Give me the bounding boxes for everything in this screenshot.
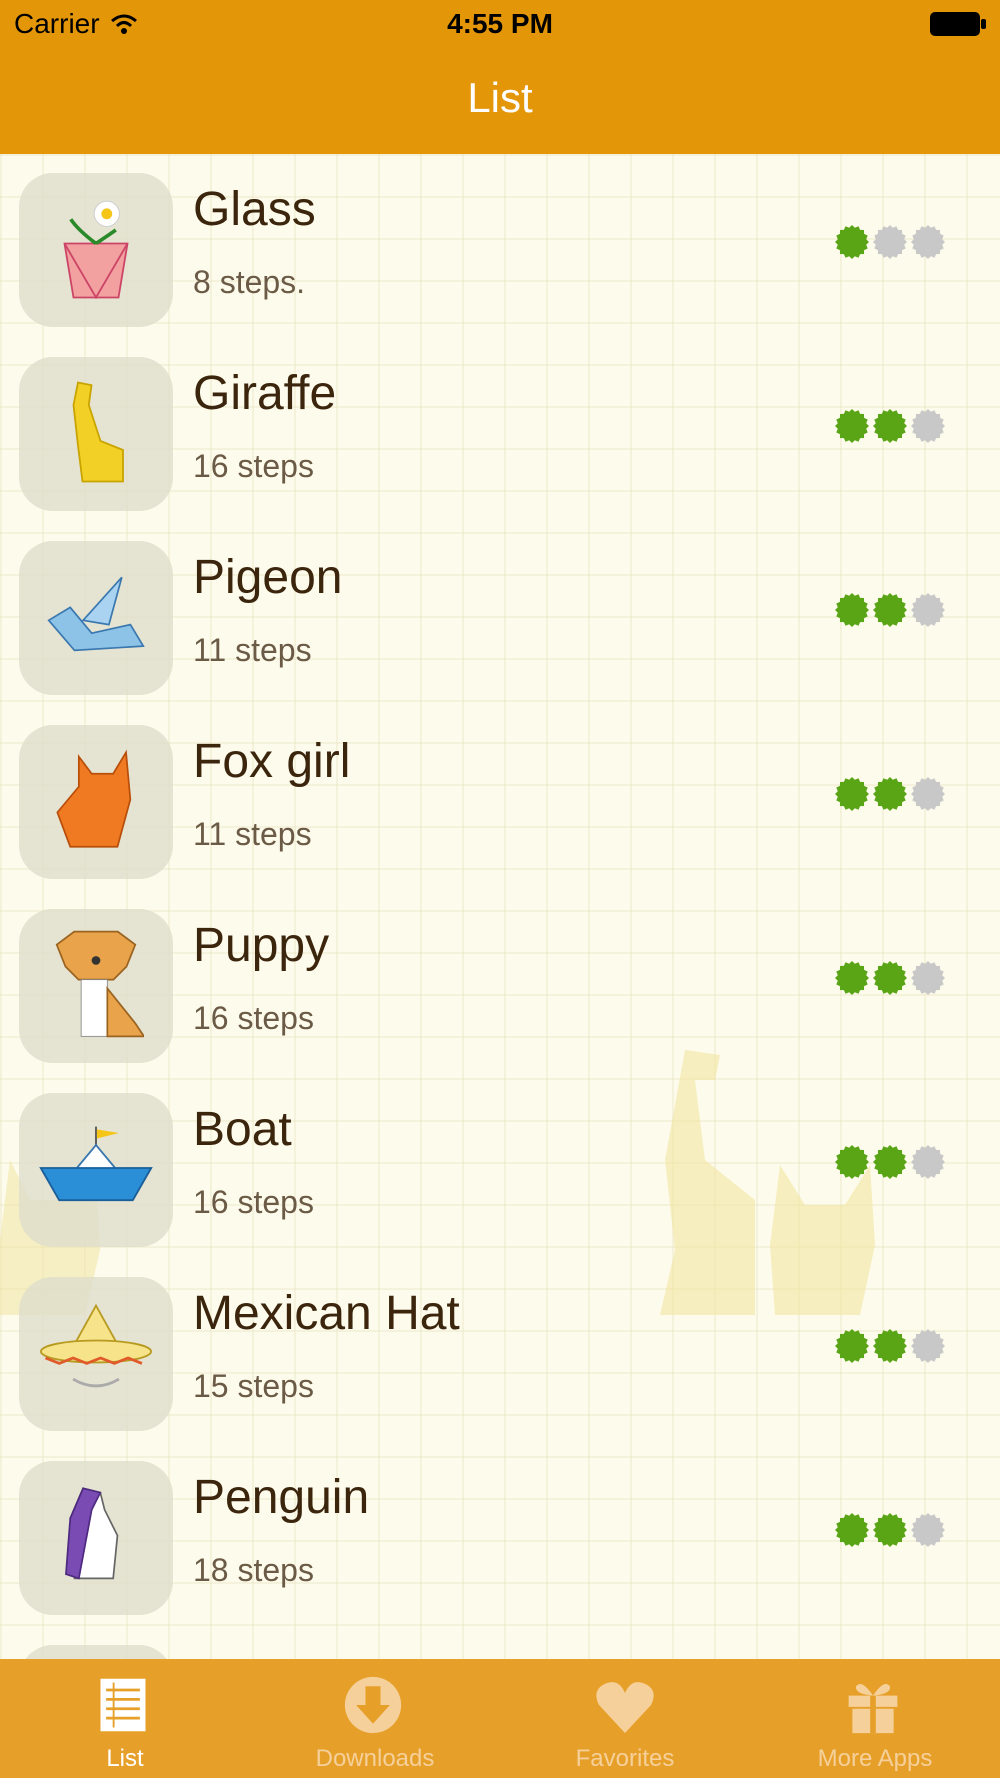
fox-icon [53, 748, 139, 856]
item-title: Giraffe [193, 367, 337, 420]
rating-dot-filled [873, 1329, 907, 1363]
item-thumbnail [19, 1277, 173, 1431]
item-steps: 16 steps [193, 448, 314, 484]
item-thumbnail [19, 1461, 173, 1615]
list-item[interactable]: Boat 16 steps [0, 1074, 1000, 1258]
rating-dot-filled [835, 409, 869, 443]
rating-dot-filled [873, 593, 907, 627]
item-title: Fox girl [193, 735, 351, 788]
item-title: Puppy [193, 919, 330, 972]
rating-dot-empty [873, 225, 907, 259]
list-item-partial[interactable] [0, 1626, 1000, 1659]
rating-dot-filled [835, 1513, 869, 1547]
difficulty-rating [834, 1144, 946, 1180]
tab-list[interactable]: List [0, 1659, 250, 1778]
rating-dot-empty [911, 225, 945, 259]
rating-dot-filled [835, 961, 869, 995]
pigeon-icon [44, 573, 148, 664]
rating-dot-empty [911, 777, 945, 811]
difficulty-rating [834, 224, 946, 260]
page-title: List [467, 74, 533, 121]
flower-pot-icon [51, 194, 141, 307]
item-thumbnail [19, 173, 173, 327]
rating-dot-empty [911, 1145, 945, 1179]
rating-dot-filled [873, 1513, 907, 1547]
item-thumbnail [19, 541, 173, 695]
gift-icon [843, 1675, 907, 1739]
list-item[interactable]: Pigeon 11 steps [0, 522, 1000, 706]
item-thumbnail [19, 725, 173, 879]
item-title: Pigeon [193, 551, 343, 604]
rating-dot-empty [911, 1329, 945, 1363]
penguin-icon [53, 1484, 139, 1592]
rating-dot-empty [911, 593, 945, 627]
rating-dot-filled [873, 409, 907, 443]
rating-dot-filled [873, 777, 907, 811]
difficulty-rating [834, 408, 946, 444]
difficulty-rating [834, 592, 946, 628]
tab-label: Downloads [315, 1745, 435, 1772]
list-icon [93, 1675, 157, 1739]
status-time: 4:55 PM [447, 8, 553, 39]
tab-label: List [106, 1745, 144, 1772]
origami-list[interactable]: Glass 8 steps. Giraffe 16 steps Pigeon 11 s… [0, 154, 1000, 1659]
item-thumbnail [19, 1093, 173, 1247]
tab-bar: List Downloads Favorites More Apps [0, 1659, 1000, 1778]
list-item[interactable]: Glass 8 steps. [0, 154, 1000, 338]
list-item[interactable]: Giraffe 16 steps [0, 338, 1000, 522]
item-steps: 18 steps [193, 1552, 314, 1588]
rating-dot-empty [911, 1513, 945, 1547]
item-steps: 16 steps [193, 1000, 314, 1036]
rating-dot-filled [835, 777, 869, 811]
rating-dot-filled [835, 1145, 869, 1179]
item-steps: 11 steps [193, 632, 312, 668]
rating-dot-filled [873, 1145, 907, 1179]
rating-dot-filled [873, 961, 907, 995]
boat-icon [36, 1122, 156, 1219]
item-steps: 11 steps [193, 816, 312, 852]
giraffe-icon [51, 378, 141, 491]
puppy-icon [48, 927, 146, 1046]
item-thumbnail [19, 1645, 173, 1659]
item-steps: 16 steps [193, 1184, 314, 1220]
list-item[interactable]: Mexican Hat 15 steps [0, 1258, 1000, 1442]
download-icon [343, 1675, 407, 1739]
item-title: Penguin [193, 1471, 370, 1524]
list-item[interactable]: Penguin 18 steps [0, 1442, 1000, 1626]
heart-icon [593, 1675, 657, 1739]
tab-downloads[interactable]: Downloads [250, 1659, 500, 1778]
rating-dot-empty [911, 961, 945, 995]
tab-label: More Apps [817, 1745, 933, 1772]
rating-dot-empty [911, 409, 945, 443]
rating-dot-filled [835, 225, 869, 259]
item-steps: 8 steps. [193, 264, 306, 300]
difficulty-rating [834, 776, 946, 812]
navigation-bar: Carrier 4:55 PM List [0, 0, 1000, 154]
item-title: Boat [193, 1103, 292, 1156]
item-title: Glass [193, 183, 316, 236]
sombrero-icon [36, 1301, 156, 1407]
tab-more-apps[interactable]: More Apps [750, 1659, 1000, 1778]
tab-label: Favorites [575, 1745, 675, 1772]
list-item[interactable]: Puppy 16 steps [0, 890, 1000, 1074]
item-thumbnail [19, 909, 173, 1063]
list-item[interactable]: Fox girl 11 steps [0, 706, 1000, 890]
battery-icon [930, 12, 986, 36]
tab-favorites[interactable]: Favorites [500, 1659, 750, 1778]
item-title: Mexican Hat [193, 1287, 460, 1340]
rating-dot-filled [835, 593, 869, 627]
item-thumbnail [19, 357, 173, 511]
difficulty-rating [834, 1512, 946, 1548]
status-bar: Carrier 4:55 PM [0, 0, 1000, 50]
rating-dot-filled [835, 1329, 869, 1363]
difficulty-rating [834, 960, 946, 996]
difficulty-rating [834, 1328, 946, 1364]
item-steps: 15 steps [193, 1368, 314, 1404]
